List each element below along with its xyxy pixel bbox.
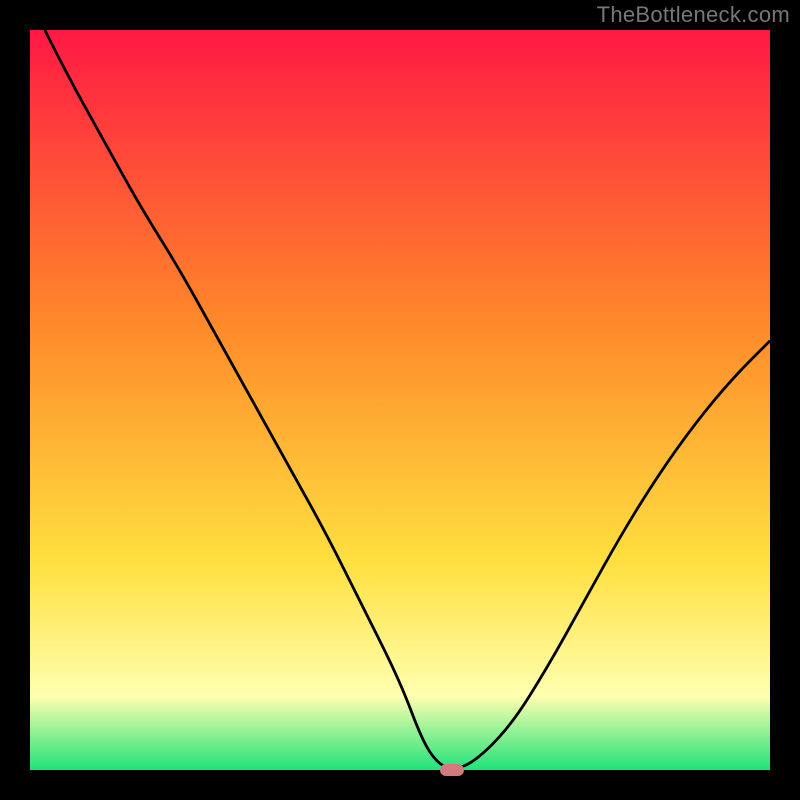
plot-area (30, 30, 770, 770)
curve-layer (30, 30, 770, 770)
chart-frame: TheBottleneck.com (0, 0, 800, 800)
optimal-marker (440, 764, 464, 776)
watermark-text: TheBottleneck.com (597, 2, 790, 28)
bottleneck-curve (45, 30, 770, 768)
